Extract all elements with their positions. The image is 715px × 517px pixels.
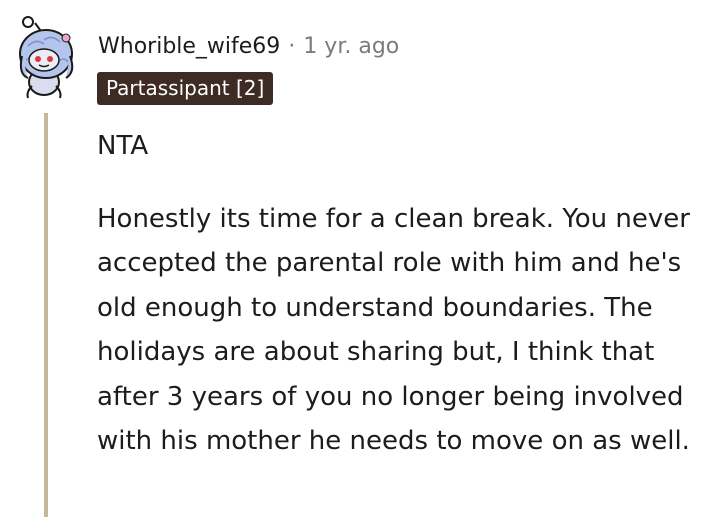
comment: Whorible_wife69 · 1 yr. ago Partassipant… — [0, 0, 715, 517]
comment-body: NTA Honestly its time for a clean break.… — [97, 124, 709, 464]
user-flair-badge[interactable]: Partassipant [2] — [97, 72, 274, 105]
snoo-avatar-icon — [19, 16, 74, 99]
comment-header: Whorible_wife69 · 1 yr. ago — [98, 30, 399, 62]
comment-paragraph: Honestly its time for a clean break. You… — [97, 203, 690, 457]
user-avatar[interactable] — [14, 16, 82, 100]
comment-paragraph: NTA — [97, 131, 149, 161]
comment-timestamp[interactable]: 1 yr. ago — [303, 34, 399, 59]
thread-collapse-line[interactable] — [44, 113, 48, 517]
author-username[interactable]: Whorible_wife69 — [98, 34, 280, 59]
meta-separator: · — [288, 33, 296, 59]
